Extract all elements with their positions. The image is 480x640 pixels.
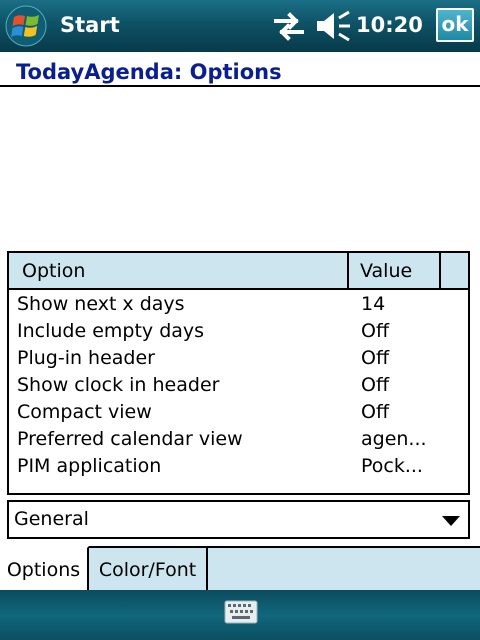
tab-strip: Options Color/Font [0, 546, 480, 592]
option-value: 14 [361, 293, 386, 315]
option-name: Preferred calendar view [17, 428, 243, 450]
keyboard-icon[interactable] [224, 600, 258, 624]
list-row-show-clock[interactable]: Show clock in header Off [9, 371, 468, 398]
option-value: Off [361, 401, 390, 423]
options-list[interactable]: Option Value Show next x days 14 Include… [7, 251, 470, 495]
category-selected-value: General [14, 508, 89, 530]
option-name: Show clock in header [17, 374, 220, 396]
list-row-compact-view[interactable]: Compact view Off [9, 398, 468, 425]
list-body: Show next x days 14 Include empty days O… [9, 290, 468, 479]
list-row-calendar-view[interactable]: Preferred calendar view agen... [9, 425, 468, 452]
start-menu-button[interactable]: Start [60, 10, 120, 40]
option-name: Plug-in header [17, 347, 155, 369]
clock[interactable]: 10:20 [356, 10, 423, 40]
category-dropdown[interactable]: General [7, 500, 470, 539]
option-name: Show next x days [17, 293, 185, 315]
tab-color-font[interactable]: Color/Font [89, 546, 208, 592]
list-header: Option Value [9, 253, 468, 290]
connectivity-icon[interactable] [272, 10, 306, 42]
list-row-show-next-days[interactable]: Show next x days 14 [9, 290, 468, 317]
option-value: Off [361, 374, 390, 396]
list-row-include-empty-days[interactable]: Include empty days Off [9, 317, 468, 344]
column-header-option[interactable]: Option [9, 253, 349, 288]
option-name: Include empty days [17, 320, 205, 342]
column-header-blank[interactable] [441, 253, 468, 288]
option-name: Compact view [17, 401, 152, 423]
list-row-pim-application[interactable]: PIM application Pock... [9, 452, 468, 479]
option-value: Off [361, 347, 390, 369]
option-value: Pock... [361, 455, 423, 477]
ok-button[interactable]: ok [436, 8, 474, 42]
page-title: TodayAgenda: Options [16, 60, 282, 84]
option-value: agen... [361, 428, 427, 450]
tab-options[interactable]: Options [0, 546, 89, 592]
volume-muted-icon[interactable] [314, 10, 352, 42]
windows-logo-icon[interactable] [4, 4, 48, 48]
title-divider [0, 85, 480, 87]
option-name: PIM application [17, 455, 162, 477]
column-header-value[interactable]: Value [349, 253, 441, 288]
option-value: Off [361, 320, 390, 342]
soft-key-bar [0, 590, 480, 640]
title-bar: Start 10:20 ok [0, 0, 480, 52]
chevron-down-icon[interactable] [442, 516, 460, 526]
list-row-plugin-header[interactable]: Plug-in header Off [9, 344, 468, 371]
